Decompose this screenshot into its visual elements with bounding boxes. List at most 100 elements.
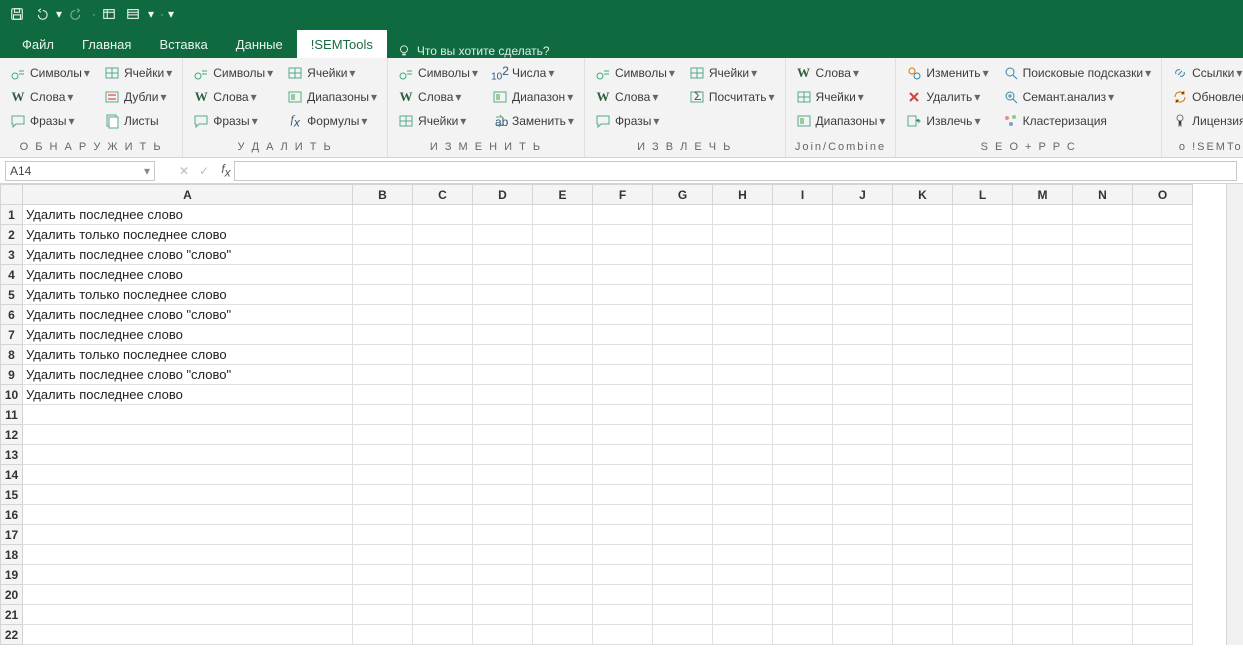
cell-D20[interactable] — [473, 585, 533, 605]
cell-F22[interactable] — [593, 625, 653, 645]
cell-I6[interactable] — [773, 305, 833, 325]
cell-L3[interactable] — [953, 245, 1013, 265]
cell-O17[interactable] — [1133, 525, 1193, 545]
cell-E2[interactable] — [533, 225, 593, 245]
cell-L6[interactable] — [953, 305, 1013, 325]
ribbon-извлечь[interactable]: Извлечь▾ — [902, 110, 992, 132]
cell-M7[interactable] — [1013, 325, 1073, 345]
cell-G16[interactable] — [653, 505, 713, 525]
cell-D8[interactable] — [473, 345, 533, 365]
cell-I18[interactable] — [773, 545, 833, 565]
cell-N13[interactable] — [1073, 445, 1133, 465]
cell-O4[interactable] — [1133, 265, 1193, 285]
cell-E15[interactable] — [533, 485, 593, 505]
cell-E20[interactable] — [533, 585, 593, 605]
cell-L10[interactable] — [953, 385, 1013, 405]
cell-M21[interactable] — [1013, 605, 1073, 625]
cell-O2[interactable] — [1133, 225, 1193, 245]
cell-I8[interactable] — [773, 345, 833, 365]
cell-O21[interactable] — [1133, 605, 1193, 625]
cell-N3[interactable] — [1073, 245, 1133, 265]
cell-E3[interactable] — [533, 245, 593, 265]
cell-G17[interactable] — [653, 525, 713, 545]
cell-E21[interactable] — [533, 605, 593, 625]
cell-B11[interactable] — [353, 405, 413, 425]
cell-M6[interactable] — [1013, 305, 1073, 325]
cell-J8[interactable] — [833, 345, 893, 365]
cell-D4[interactable] — [473, 265, 533, 285]
cell-F14[interactable] — [593, 465, 653, 485]
ribbon-фразы[interactable]: Фразы▾ — [6, 110, 94, 132]
cell-N6[interactable] — [1073, 305, 1133, 325]
cell-O5[interactable] — [1133, 285, 1193, 305]
cell-E12[interactable] — [533, 425, 593, 445]
cell-C21[interactable] — [413, 605, 473, 625]
cell-G9[interactable] — [653, 365, 713, 385]
cell-H14[interactable] — [713, 465, 773, 485]
ribbon-слова[interactable]: WСлова▾ — [6, 86, 94, 108]
ribbon-заменить[interactable]: abЗаменить▾ — [488, 110, 578, 132]
cell-F5[interactable] — [593, 285, 653, 305]
redo-icon[interactable] — [66, 3, 88, 25]
row-header-7[interactable]: 7 — [1, 325, 23, 345]
cell-N7[interactable] — [1073, 325, 1133, 345]
cell-E11[interactable] — [533, 405, 593, 425]
row-header-2[interactable]: 2 — [1, 225, 23, 245]
cell-G18[interactable] — [653, 545, 713, 565]
cell-H18[interactable] — [713, 545, 773, 565]
cell-M9[interactable] — [1013, 365, 1073, 385]
cell-F8[interactable] — [593, 345, 653, 365]
row-header-5[interactable]: 5 — [1, 285, 23, 305]
cell-L20[interactable] — [953, 585, 1013, 605]
cell-C14[interactable] — [413, 465, 473, 485]
ribbon-ячейки[interactable]: Ячейки▾ — [685, 62, 779, 84]
cell-O13[interactable] — [1133, 445, 1193, 465]
cell-N22[interactable] — [1073, 625, 1133, 645]
cell-K1[interactable] — [893, 205, 953, 225]
ribbon-обновление[interactable]: Обновление▾ — [1168, 86, 1243, 108]
cell-C17[interactable] — [413, 525, 473, 545]
ribbon-ячейки[interactable]: Ячейки▾ — [792, 86, 890, 108]
cell-M12[interactable] — [1013, 425, 1073, 445]
cell-G12[interactable] — [653, 425, 713, 445]
ribbon-лицензия[interactable]: Лицензия▾ — [1168, 110, 1243, 132]
cell-D3[interactable] — [473, 245, 533, 265]
cell-F6[interactable] — [593, 305, 653, 325]
cell-N19[interactable] — [1073, 565, 1133, 585]
cell-N9[interactable] — [1073, 365, 1133, 385]
cell-J18[interactable] — [833, 545, 893, 565]
cell-C18[interactable] — [413, 545, 473, 565]
ribbon-диапазоны[interactable]: Диапазоны▾ — [283, 86, 381, 108]
tab-data[interactable]: Данные — [222, 30, 297, 58]
ribbon-дубли[interactable]: Дубли▾ — [100, 86, 176, 108]
cell-K8[interactable] — [893, 345, 953, 365]
cell-K21[interactable] — [893, 605, 953, 625]
cell-N20[interactable] — [1073, 585, 1133, 605]
cell-D13[interactable] — [473, 445, 533, 465]
cell-D9[interactable] — [473, 365, 533, 385]
cell-I11[interactable] — [773, 405, 833, 425]
cell-M1[interactable] — [1013, 205, 1073, 225]
col-header-H[interactable]: H — [713, 185, 773, 205]
grid[interactable]: ABCDEFGHIJKLMNO1Удалить последнее слово2… — [0, 184, 1193, 645]
cell-E14[interactable] — [533, 465, 593, 485]
cell-J20[interactable] — [833, 585, 893, 605]
cell-L18[interactable] — [953, 545, 1013, 565]
cell-O18[interactable] — [1133, 545, 1193, 565]
cell-O19[interactable] — [1133, 565, 1193, 585]
cell-M22[interactable] — [1013, 625, 1073, 645]
cell-B20[interactable] — [353, 585, 413, 605]
cell-H19[interactable] — [713, 565, 773, 585]
cell-F2[interactable] — [593, 225, 653, 245]
cell-L17[interactable] — [953, 525, 1013, 545]
cell-O1[interactable] — [1133, 205, 1193, 225]
ribbon-символы[interactable]: Символы▾ — [6, 62, 94, 84]
cell-K22[interactable] — [893, 625, 953, 645]
cell-D19[interactable] — [473, 565, 533, 585]
cell-H21[interactable] — [713, 605, 773, 625]
cell-I5[interactable] — [773, 285, 833, 305]
cell-C16[interactable] — [413, 505, 473, 525]
cell-B5[interactable] — [353, 285, 413, 305]
cell-E5[interactable] — [533, 285, 593, 305]
cell-F21[interactable] — [593, 605, 653, 625]
